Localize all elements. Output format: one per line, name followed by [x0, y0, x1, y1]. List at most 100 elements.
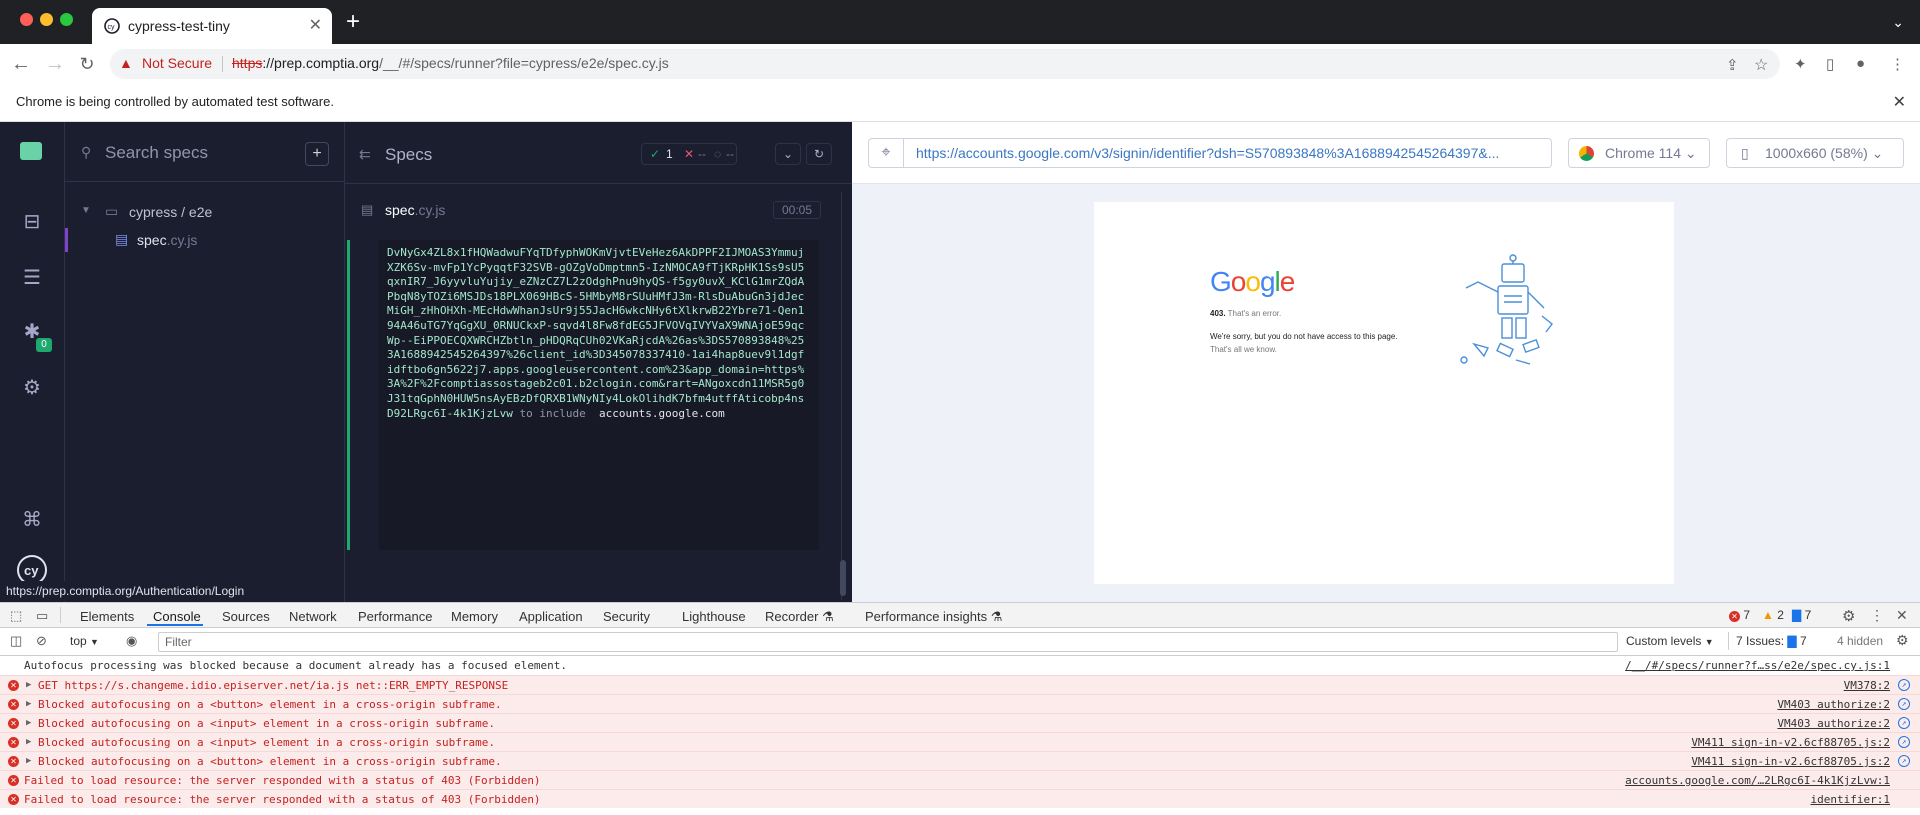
- folder-name[interactable]: cypress / e2e: [129, 204, 212, 220]
- context-selector[interactable]: top ▼: [70, 634, 99, 648]
- inspect-element-icon[interactable]: ⬚: [10, 608, 22, 624]
- rerun-icon[interactable]: ↻: [806, 143, 832, 165]
- tab-memory[interactable]: Memory: [451, 609, 498, 624]
- error-count-badge[interactable]: ✕ 7: [1729, 608, 1750, 622]
- console-source-link[interactable]: VM411 sign-in-v2.6cf88705.js:2: [1691, 733, 1890, 752]
- tab-network[interactable]: Network: [289, 609, 337, 624]
- tab-lighthouse[interactable]: Lighthouse: [682, 609, 746, 624]
- console-source-link[interactable]: /__/#/specs/runner?f…ss/e2e/spec.cy.js:1: [1625, 656, 1890, 675]
- open-source-icon[interactable]: ↗: [1898, 679, 1910, 691]
- url-scheme: https: [232, 55, 263, 71]
- close-infobar-icon[interactable]: ✕: [1893, 92, 1906, 112]
- new-tab-button[interactable]: +: [346, 8, 360, 36]
- tab-application[interactable]: Application: [519, 609, 583, 624]
- close-window-button[interactable]: [20, 13, 33, 26]
- aut-url[interactable]: https://accounts.google.com/v3/signin/id…: [904, 138, 1552, 168]
- tab-search-icon[interactable]: ⌄: [1892, 14, 1904, 31]
- specs-nav-icon[interactable]: ⊟: [18, 208, 46, 236]
- viewport-info[interactable]: ▯ 1000x660 (58%) ⌄: [1726, 138, 1904, 168]
- spec-file-item[interactable]: spec.cy.js: [137, 232, 197, 248]
- selector-playground-icon[interactable]: ⌖: [868, 138, 904, 168]
- aut-iframe[interactable]: Google 403. That's an error. We're sorry…: [1094, 202, 1674, 584]
- tab-elements[interactable]: Elements: [80, 609, 134, 624]
- expand-caret-icon[interactable]: ▶: [26, 733, 31, 752]
- console-row[interactable]: ✕ ▶ GET https://s.changeme.idio.episerver.…: [0, 675, 1920, 694]
- message-count-badge[interactable]: ▇ 7: [1792, 608, 1811, 622]
- expand-caret-icon[interactable]: ▶: [26, 752, 31, 771]
- expand-caret-icon[interactable]: ▶: [26, 695, 31, 714]
- url-text[interactable]: https://prep.comptia.org/__/#/specs/runn…: [232, 55, 669, 71]
- bookmark-star-icon[interactable]: ☆: [1754, 55, 1768, 75]
- runner-scrollbar[interactable]: [840, 560, 846, 596]
- security-status[interactable]: Not Secure: [142, 55, 212, 71]
- more-menu-icon[interactable]: ⋮: [1890, 55, 1905, 73]
- device-toolbar-icon[interactable]: ▭: [36, 608, 48, 624]
- sidebar-toggle-icon[interactable]: ◫: [10, 633, 22, 649]
- search-specs-input[interactable]: Search specs: [105, 143, 208, 163]
- close-devtools-icon[interactable]: ✕: [1896, 607, 1908, 624]
- console-source-link[interactable]: VM403 authorize:2: [1777, 714, 1890, 733]
- passed-count: 1: [666, 147, 673, 161]
- address-bar[interactable]: ▲ Not Secure https://prep.comptia.org/__…: [110, 49, 1780, 79]
- specs-list-icon[interactable]: ⇇: [359, 146, 371, 163]
- open-source-icon[interactable]: ↗: [1898, 755, 1910, 767]
- clear-console-icon[interactable]: ⊘: [36, 633, 47, 649]
- reload-icon[interactable]: ↻: [74, 50, 100, 78]
- command-log-entry[interactable]: DvNyGx4ZL8x1fHQWadwuFYqTDfyphWOKmVjvtEVe…: [347, 240, 827, 550]
- console-source-link[interactable]: identifier:1: [1811, 790, 1890, 809]
- open-source-icon[interactable]: ↗: [1898, 736, 1910, 748]
- issues-button[interactable]: 7 Issues: ▇ 7: [1736, 634, 1807, 648]
- forward-arrow-icon[interactable]: →: [42, 50, 68, 78]
- console-row[interactable]: ✕ Failed to load resource: the server res…: [0, 789, 1920, 808]
- minimize-window-button[interactable]: [40, 13, 53, 26]
- runner-scroll-track[interactable]: [841, 192, 851, 600]
- cypress-favicon-icon: cy: [104, 18, 120, 34]
- expand-caret-icon[interactable]: ▶: [26, 676, 31, 695]
- tab-recorder[interactable]: Recorder ⚗: [765, 609, 834, 625]
- tab-security[interactable]: Security: [603, 609, 650, 624]
- browser-tab[interactable]: cy cypress-test-tiny ✕: [92, 8, 332, 44]
- extensions-icon[interactable]: ✦: [1794, 55, 1807, 73]
- settings-gear-icon[interactable]: ⚙: [18, 374, 46, 402]
- console-row[interactable]: Autofocus processing was blocked because…: [0, 656, 1920, 675]
- side-panel-icon[interactable]: ▯: [1826, 55, 1834, 73]
- console-filter-input[interactable]: Filter: [158, 632, 1618, 652]
- runs-nav-icon[interactable]: ☰: [18, 264, 46, 292]
- more-options-icon[interactable]: ⋮: [1870, 607, 1884, 624]
- tab-sources[interactable]: Sources: [222, 609, 270, 624]
- console-row[interactable]: ✕ ▶ Blocked autofocusing on a <input> elem…: [0, 713, 1920, 732]
- keyboard-shortcuts-icon[interactable]: ⌘: [18, 506, 46, 534]
- url-host: ://prep.comptia.org: [262, 55, 380, 71]
- chevron-down-icon[interactable]: ⌄: [775, 143, 801, 165]
- specs-header-label[interactable]: Specs: [385, 145, 432, 165]
- close-tab-icon[interactable]: ✕: [309, 15, 322, 35]
- console-row[interactable]: ✕ Failed to load resource: the server res…: [0, 770, 1920, 789]
- maximize-window-button[interactable]: [60, 13, 73, 26]
- eye-icon[interactable]: ◉: [126, 633, 137, 649]
- open-source-icon[interactable]: ↗: [1898, 717, 1910, 729]
- console-settings-icon[interactable]: ⚙: [1896, 632, 1909, 649]
- log-levels-dropdown[interactable]: Custom levels ▼: [1626, 634, 1714, 648]
- profile-avatar-icon[interactable]: ●: [1856, 55, 1865, 72]
- console-row[interactable]: ✕ ▶ Blocked autofocusing on a <button> ele…: [0, 751, 1920, 770]
- expand-caret-icon[interactable]: ▶: [26, 714, 31, 733]
- error-icon: ✕: [8, 680, 19, 691]
- project-logo-icon[interactable]: [20, 142, 42, 160]
- console-source-link[interactable]: VM411 sign-in-v2.6cf88705.js:2: [1691, 752, 1890, 771]
- console-source-link[interactable]: accounts.google.com/…2LRgc6I-4k1KjzLvw:1: [1625, 771, 1890, 790]
- share-icon[interactable]: ⇪: [1726, 56, 1739, 74]
- settings-gear-icon[interactable]: ⚙: [1842, 607, 1855, 625]
- back-arrow-icon[interactable]: ←: [8, 50, 34, 78]
- warning-count-badge[interactable]: ▲ 2: [1762, 608, 1784, 622]
- open-source-icon[interactable]: ↗: [1898, 698, 1910, 710]
- console-row[interactable]: ✕ ▶ Blocked autofocusing on a <input> elem…: [0, 732, 1920, 751]
- console-source-link[interactable]: VM403 authorize:2: [1777, 695, 1890, 714]
- tab-console[interactable]: Console: [153, 609, 201, 624]
- console-source-link[interactable]: VM378:2: [1844, 676, 1890, 695]
- add-spec-button[interactable]: +: [305, 142, 329, 166]
- console-row[interactable]: ✕ ▶ Blocked autofocusing on a <button> ele…: [0, 694, 1920, 713]
- tab-performance[interactable]: Performance: [358, 609, 432, 624]
- chevron-down-icon[interactable]: ▼: [81, 205, 91, 216]
- browser-selector[interactable]: Chrome 114 ⌄: [1568, 138, 1710, 168]
- tab-performance-insights[interactable]: Performance insights ⚗: [865, 609, 1002, 625]
